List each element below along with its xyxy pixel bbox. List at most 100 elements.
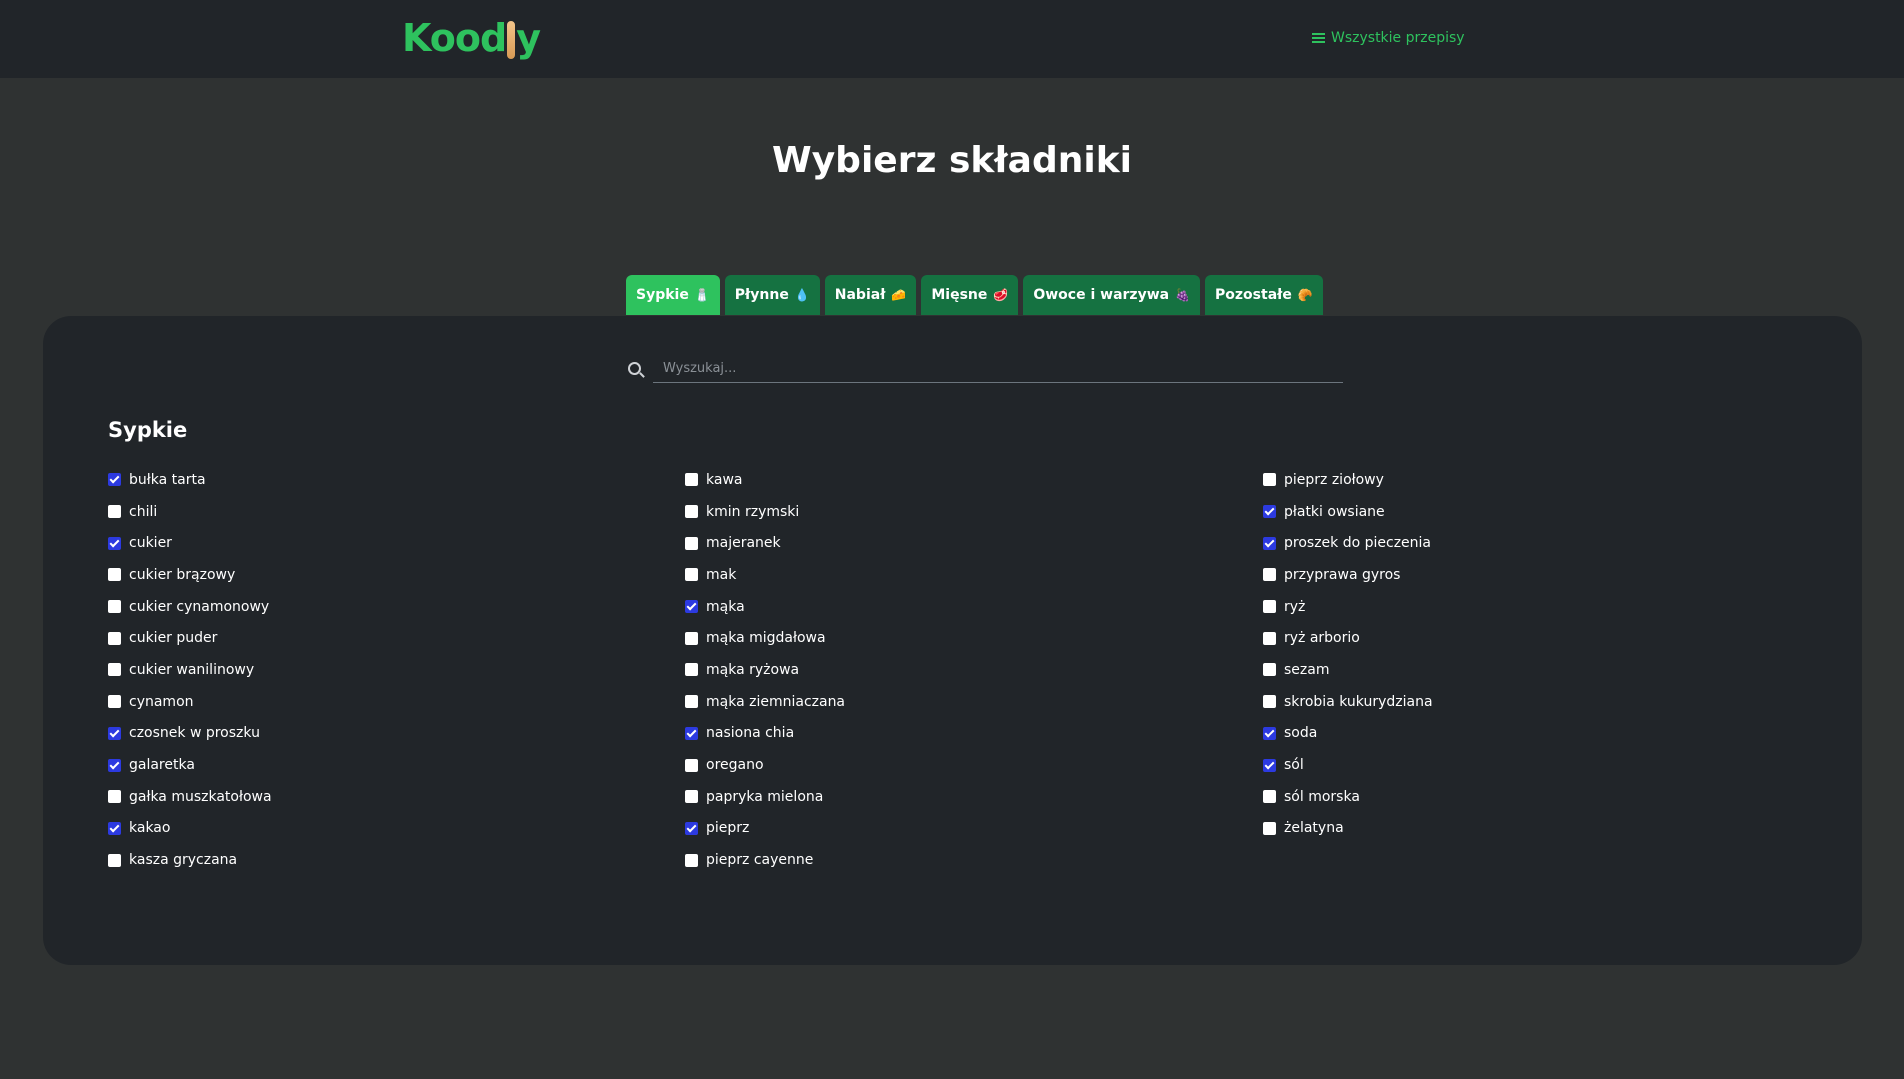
ingredient-item[interactable]: papryka mielona bbox=[685, 781, 845, 813]
ingredient-label: oregano bbox=[706, 757, 764, 774]
ingredient-item[interactable]: ryż bbox=[1263, 591, 1433, 623]
ingredient-label: proszek do pieczenia bbox=[1284, 535, 1432, 552]
ingredient-item[interactable]: mak bbox=[685, 559, 845, 591]
ingredient-checkbox[interactable] bbox=[1263, 631, 1276, 645]
ingredient-item[interactable]: czosnek w proszku bbox=[108, 718, 272, 750]
ingredient-checkbox[interactable] bbox=[108, 853, 121, 867]
tab-5[interactable]: Pozostałe 🥐 bbox=[1205, 275, 1323, 315]
ingredient-checkbox[interactable] bbox=[108, 726, 121, 740]
ingredient-checkbox[interactable] bbox=[108, 536, 121, 550]
ingredient-checkbox[interactable] bbox=[685, 473, 698, 487]
ingredient-item[interactable]: pieprz bbox=[685, 813, 845, 845]
ingredient-label: soda bbox=[1284, 725, 1318, 742]
ingredient-item[interactable]: sól bbox=[1263, 749, 1433, 781]
ingredient-label: majeranek bbox=[706, 535, 781, 552]
ingredient-item[interactable]: mąka ziemniaczana bbox=[685, 686, 845, 718]
ingredient-checkbox[interactable] bbox=[1263, 695, 1276, 709]
ingredient-item[interactable]: żelatyna bbox=[1263, 813, 1433, 845]
ingredient-item[interactable]: majeranek bbox=[685, 527, 845, 559]
ingredient-item[interactable]: mąka ryżowa bbox=[685, 654, 845, 686]
ingredient-item[interactable]: pieprz ziołowy bbox=[1263, 464, 1433, 496]
ingredient-checkbox[interactable] bbox=[108, 600, 121, 614]
ingredient-checkbox[interactable] bbox=[108, 568, 121, 582]
ingredient-label: nasiona chia bbox=[706, 725, 795, 742]
all-recipes-link[interactable]: Wszystkie przepisy bbox=[1312, 28, 1465, 48]
tab-0[interactable]: Sypkie 🧂 bbox=[626, 275, 720, 315]
ingredient-item[interactable]: cukier puder bbox=[108, 622, 272, 654]
ingredient-checkbox[interactable] bbox=[685, 568, 698, 582]
ingredient-label: chili bbox=[129, 503, 158, 520]
ingredient-label: cukier brązowy bbox=[129, 566, 236, 583]
tab-2[interactable]: Nabiał 🧀 bbox=[824, 275, 917, 315]
ingredient-item[interactable]: chili bbox=[108, 496, 272, 528]
ingredient-item[interactable]: bułka tarta bbox=[108, 464, 272, 496]
ingredient-item[interactable]: sól morska bbox=[1263, 781, 1433, 813]
ingredient-label: ryż bbox=[1284, 598, 1306, 615]
ingredient-item[interactable]: gałka muszkatołowa bbox=[108, 781, 272, 813]
ingredient-item[interactable]: ryż arborio bbox=[1263, 622, 1433, 654]
ingredient-checkbox[interactable] bbox=[108, 790, 121, 804]
tab-3[interactable]: Mięsne 🥩 bbox=[921, 275, 1019, 315]
ingredient-label: cukier puder bbox=[129, 630, 218, 647]
ingredient-checkbox[interactable] bbox=[1263, 568, 1276, 582]
ingredient-checkbox[interactable] bbox=[108, 505, 121, 519]
ingredient-checkbox[interactable] bbox=[685, 790, 698, 804]
ingredient-item[interactable]: cukier cynamonowy bbox=[108, 591, 272, 623]
ingredient-checkbox[interactable] bbox=[1263, 473, 1276, 487]
ingredient-checkbox[interactable] bbox=[685, 853, 698, 867]
ingredient-item[interactable]: cukier wanilinowy bbox=[108, 654, 272, 686]
ingredient-item[interactable]: oregano bbox=[685, 749, 845, 781]
ingredient-label: pieprz ziołowy bbox=[1284, 471, 1384, 488]
ingredient-item[interactable]: kmin rzymski bbox=[685, 496, 845, 528]
ingredient-item[interactable]: kakao bbox=[108, 813, 272, 845]
ingredient-item[interactable]: mąka bbox=[685, 591, 845, 623]
ingredient-item[interactable]: skrobia kukurydziana bbox=[1263, 686, 1433, 718]
ingredient-item[interactable]: kawa bbox=[685, 464, 845, 496]
tab-1[interactable]: Płynne 💧 bbox=[724, 275, 820, 315]
ingredient-item[interactable]: przyprawa gyros bbox=[1263, 559, 1433, 591]
brand-logo[interactable]: Kood y bbox=[402, 10, 541, 66]
ingredient-checkbox[interactable] bbox=[1263, 790, 1276, 804]
meat-icon: 🥩 bbox=[993, 288, 1009, 302]
ingredient-item[interactable]: płatki owsiane bbox=[1263, 496, 1433, 528]
ingredient-checkbox[interactable] bbox=[1263, 758, 1276, 772]
ingredient-item[interactable]: nasiona chia bbox=[685, 718, 845, 750]
ingredient-checkbox[interactable] bbox=[108, 695, 121, 709]
ingredient-checkbox[interactable] bbox=[685, 758, 698, 772]
ingredient-checkbox[interactable] bbox=[685, 695, 698, 709]
ingredient-checkbox[interactable] bbox=[685, 726, 698, 740]
ingredient-checkbox[interactable] bbox=[108, 821, 121, 835]
ingredient-label: sezam bbox=[1284, 661, 1330, 678]
ingredient-item[interactable]: kasza gryczana bbox=[108, 844, 272, 876]
ingredient-item[interactable]: cukier bbox=[108, 527, 272, 559]
ingredient-checkbox[interactable] bbox=[1263, 663, 1276, 677]
ingredient-checkbox[interactable] bbox=[1263, 505, 1276, 519]
ingredient-checkbox[interactable] bbox=[1263, 600, 1276, 614]
ingredient-checkbox[interactable] bbox=[108, 631, 121, 645]
ingredient-checkbox[interactable] bbox=[1263, 821, 1276, 835]
ingredient-checkbox[interactable] bbox=[108, 473, 121, 487]
ingredient-label: kasza gryczana bbox=[129, 852, 238, 869]
ingredient-checkbox[interactable] bbox=[108, 758, 121, 772]
ingredient-checkbox[interactable] bbox=[685, 821, 698, 835]
ingredient-item[interactable]: cukier brązowy bbox=[108, 559, 272, 591]
ingredient-item[interactable]: mąka migdałowa bbox=[685, 622, 845, 654]
ingredient-item[interactable]: sezam bbox=[1263, 654, 1433, 686]
tab-label: Nabiał bbox=[834, 287, 886, 303]
search-input[interactable] bbox=[653, 354, 1343, 383]
ingredient-checkbox[interactable] bbox=[1263, 726, 1276, 740]
ingredient-item[interactable]: proszek do pieczenia bbox=[1263, 527, 1433, 559]
ingredient-item[interactable]: soda bbox=[1263, 718, 1433, 750]
ingredient-checkbox[interactable] bbox=[1263, 536, 1276, 550]
ingredient-checkbox[interactable] bbox=[108, 663, 121, 677]
ingredient-checkbox[interactable] bbox=[685, 663, 698, 677]
ingredient-item[interactable]: pieprz cayenne bbox=[685, 844, 845, 876]
ingredient-checkbox[interactable] bbox=[685, 536, 698, 550]
ingredient-item[interactable]: cynamon bbox=[108, 686, 272, 718]
ingredient-checkbox[interactable] bbox=[685, 505, 698, 519]
ingredient-item[interactable]: galaretka bbox=[108, 749, 272, 781]
ingredient-checkbox[interactable] bbox=[685, 631, 698, 645]
ingredient-checkbox[interactable] bbox=[685, 600, 698, 614]
tab-4[interactable]: Owoce i warzywa 🍇 bbox=[1023, 275, 1201, 315]
ingredient-label: galaretka bbox=[129, 757, 195, 774]
